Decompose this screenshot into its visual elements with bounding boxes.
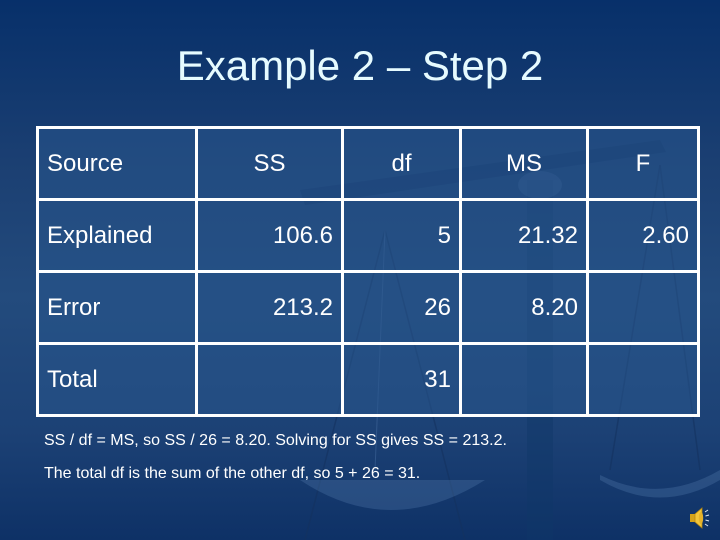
table-row: Error 213.2 26 8.20 [36, 270, 700, 345]
note-line: The total df is the sum of the other df,… [44, 465, 421, 482]
header-ss: SS [195, 126, 344, 201]
table-header-row: Source SS df MS F [36, 126, 700, 201]
table-row: Total 31 [36, 342, 700, 417]
cell-ms: 8.20 [459, 270, 589, 345]
cell-f-empty [586, 342, 700, 417]
cell-source: Total [36, 342, 198, 417]
header-f: F [586, 126, 700, 201]
note-line: SS / df = MS, so SS / 26 = 8.20. Solving… [44, 432, 507, 449]
cell-ss: 213.2 [195, 270, 344, 345]
header-source: Source [36, 126, 198, 201]
cell-df: 26 [341, 270, 462, 345]
cell-df: 5 [341, 198, 462, 273]
header-df: df [341, 126, 462, 201]
speaker-icon[interactable] [686, 505, 712, 531]
table-row: Explained 106.6 5 21.32 2.60 [36, 198, 700, 273]
cell-ss: 106.6 [195, 198, 344, 273]
header-ms: MS [459, 126, 589, 201]
cell-ss-empty [195, 342, 344, 417]
anova-table: Source SS df MS F Explained 106.6 5 21.3… [36, 126, 700, 417]
cell-f: 2.60 [586, 198, 700, 273]
cell-source: Error [36, 270, 198, 345]
cell-df: 31 [341, 342, 462, 417]
slide-title: Example 2 – Step 2 [176, 42, 544, 89]
explanation-notes: SS / df = MS, so SS / 26 = 8.20. Solving… [44, 432, 507, 498]
cell-ms-empty [459, 342, 589, 417]
cell-f-empty [586, 270, 700, 345]
cell-source: Explained [36, 198, 198, 273]
cell-ms: 21.32 [459, 198, 589, 273]
